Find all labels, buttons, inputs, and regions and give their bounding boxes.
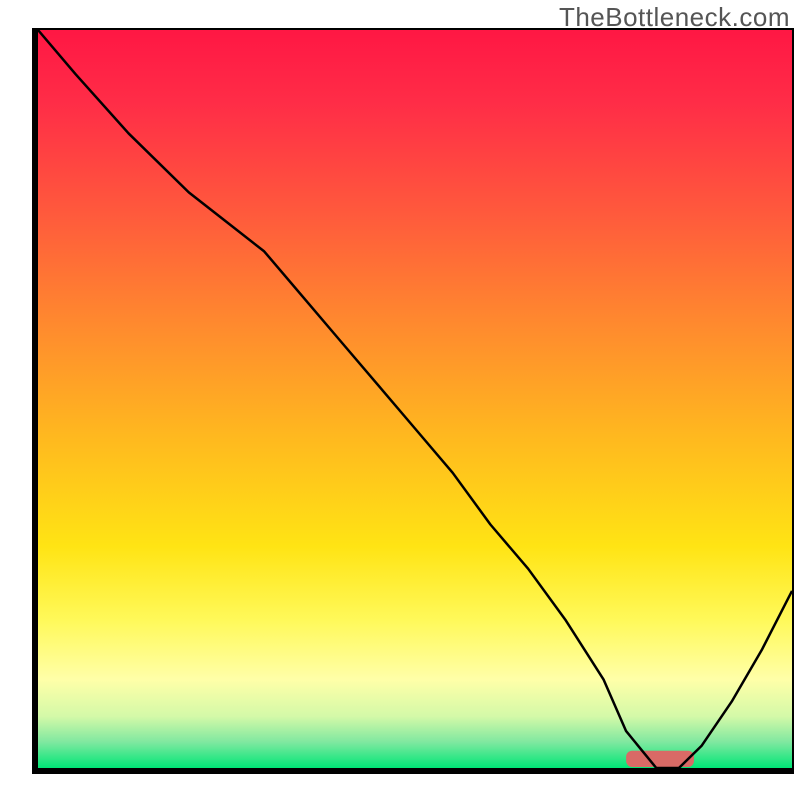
axis-frame	[32, 768, 794, 774]
bottleneck-chart	[0, 0, 800, 800]
axis-frame	[32, 28, 38, 774]
watermark-text: TheBottleneck.com	[559, 2, 790, 33]
gradient-background	[38, 30, 792, 768]
chart-container: TheBottleneck.com	[0, 0, 800, 800]
axis-frame	[792, 28, 794, 768]
